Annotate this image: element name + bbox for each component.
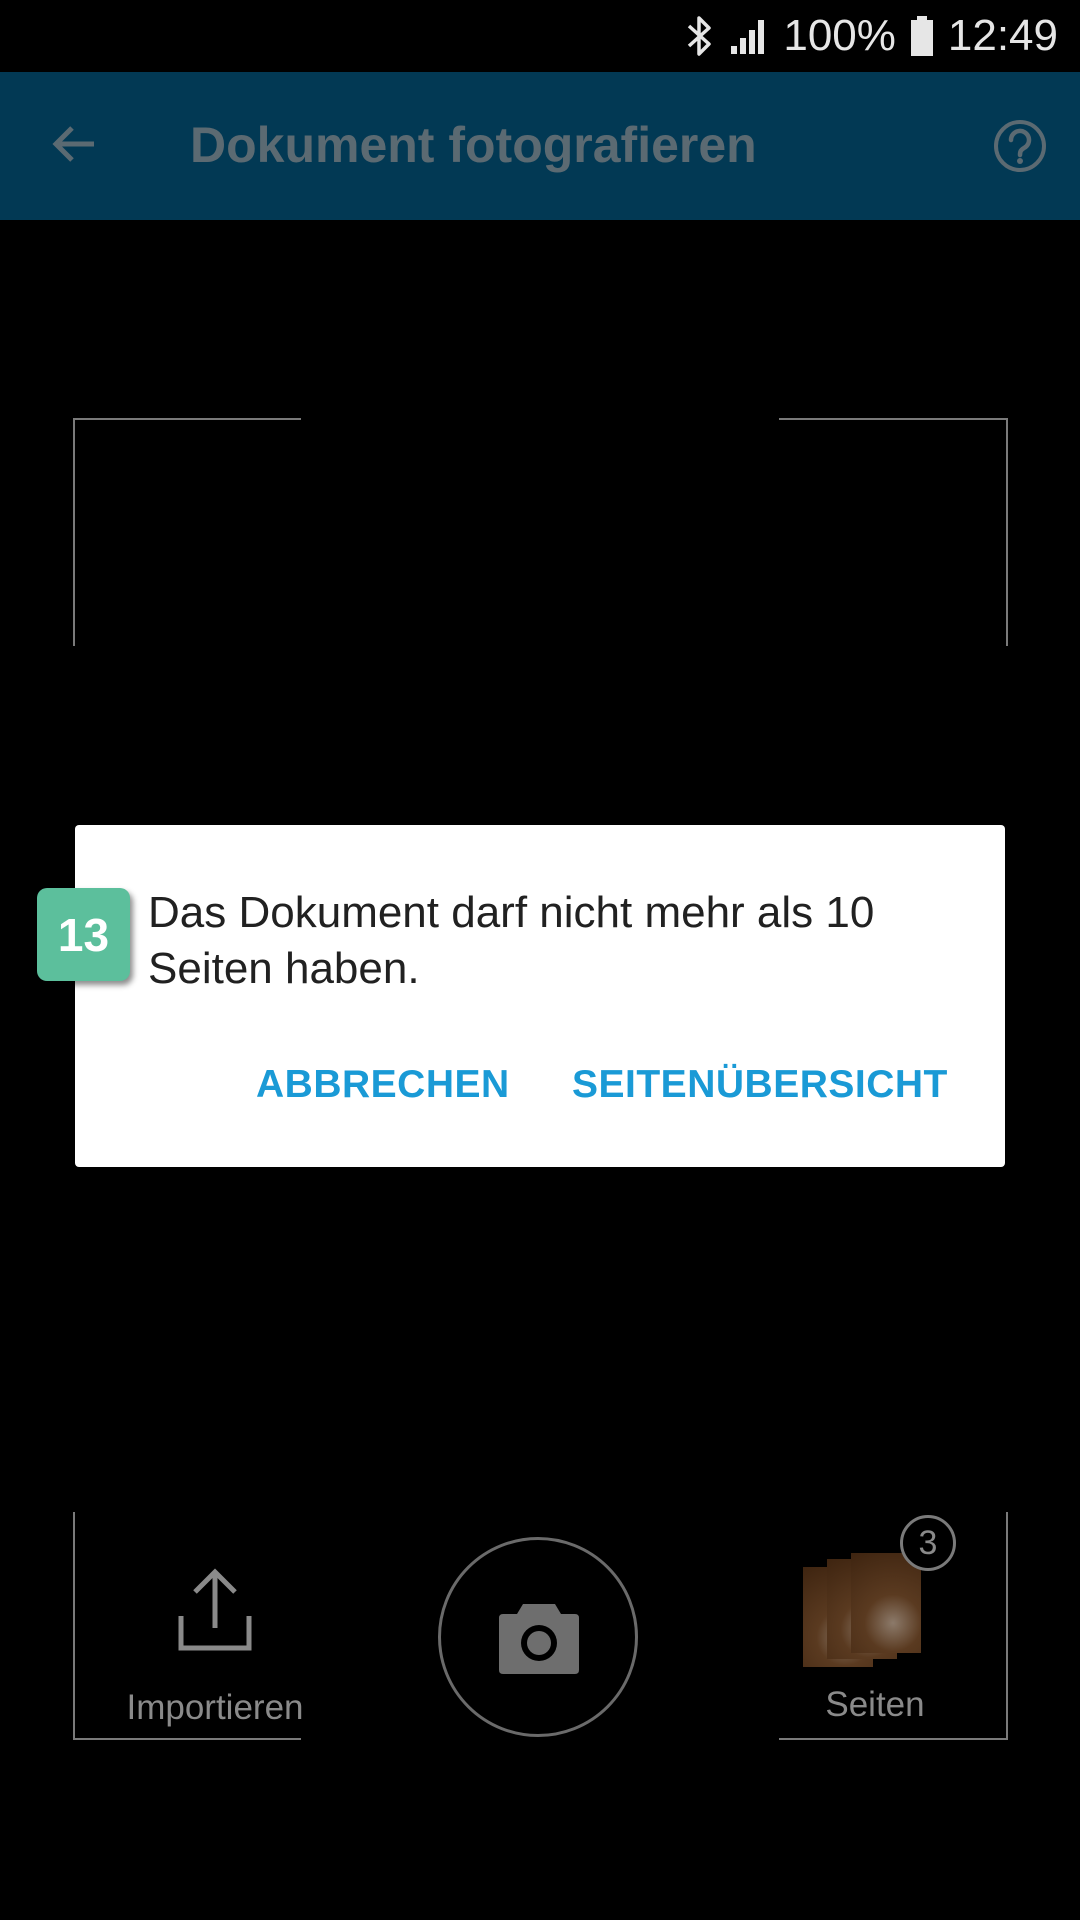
frame-line bbox=[779, 1738, 1008, 1740]
dialog-message: Das Dokument darf nicht mehr als 10 Seit… bbox=[148, 888, 875, 993]
app-bar: Dokument fotografieren bbox=[0, 72, 1080, 220]
page-thumbnail bbox=[851, 1553, 921, 1653]
step-number-badge: 13 bbox=[37, 888, 130, 981]
signal-icon bbox=[729, 16, 769, 56]
frame-line bbox=[73, 418, 75, 646]
upload-icon bbox=[175, 1566, 255, 1659]
page-overview-button[interactable]: SEITENÜBERSICHT bbox=[572, 1063, 948, 1107]
help-button[interactable] bbox=[992, 118, 1048, 174]
bluetooth-icon bbox=[685, 14, 715, 58]
back-button[interactable] bbox=[38, 110, 110, 182]
import-label: Importieren bbox=[126, 1688, 304, 1727]
shutter-button[interactable] bbox=[438, 1537, 638, 1737]
frame-line bbox=[779, 418, 1008, 420]
pages-label: Seiten bbox=[825, 1685, 925, 1724]
status-icons: 100% 12:49 bbox=[685, 8, 1058, 64]
pages-button[interactable]: 3 Seiten bbox=[775, 1515, 975, 1730]
page-count-badge: 3 bbox=[900, 1515, 956, 1571]
page-title: Dokument fotografieren bbox=[190, 117, 757, 173]
alert-dialog: Das Dokument darf nicht mehr als 10 Seit… bbox=[75, 825, 1005, 1167]
arrow-back-icon bbox=[50, 120, 98, 173]
camera-icon bbox=[497, 1598, 581, 1681]
battery-icon bbox=[910, 14, 934, 58]
import-button[interactable]: Importieren bbox=[110, 1560, 320, 1730]
frame-line bbox=[1006, 1512, 1008, 1740]
frame-line bbox=[73, 1738, 301, 1740]
cancel-button[interactable]: ABBRECHEN bbox=[256, 1063, 510, 1107]
frame-line bbox=[1006, 418, 1008, 646]
battery-percent: 100% bbox=[783, 11, 896, 60]
frame-line bbox=[73, 418, 301, 420]
camera-screen: 100% 12:49 Dokument fotografieren Import… bbox=[0, 0, 1080, 1920]
status-bar: 100% 12:49 bbox=[0, 0, 1080, 72]
help-circle-icon bbox=[992, 120, 1048, 178]
clock: 12:49 bbox=[947, 11, 1058, 60]
frame-line bbox=[73, 1512, 75, 1740]
